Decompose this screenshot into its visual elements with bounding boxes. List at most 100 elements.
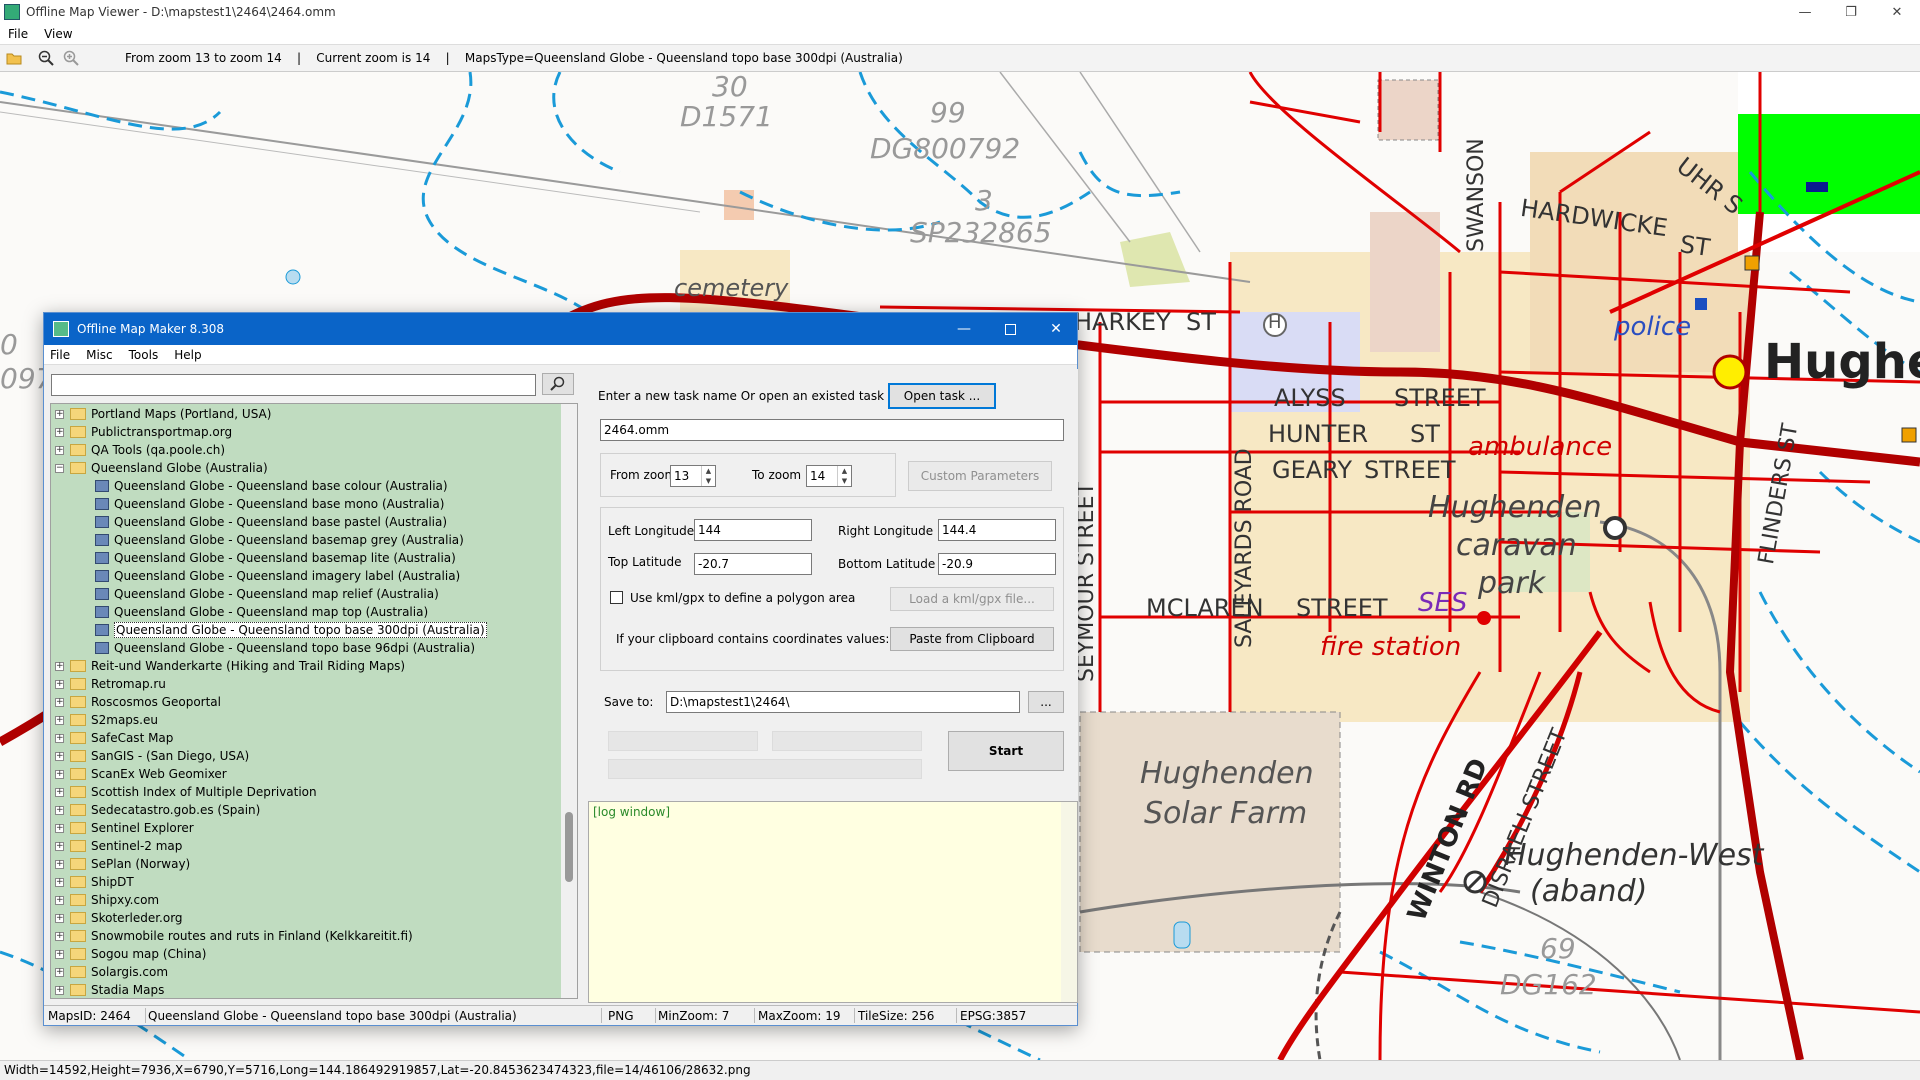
log-scrollbar[interactable]: [1061, 802, 1077, 1002]
search-input[interactable]: [51, 374, 536, 396]
tree-folder-item[interactable]: + Stadia Maps: [55, 981, 164, 998]
tree-map-item[interactable]: Queensland Globe - Queensland base mono …: [95, 495, 444, 513]
tile-format: PNG: [608, 1009, 634, 1023]
tree-map-item[interactable]: Queensland Globe - Queensland map relief…: [95, 585, 439, 603]
expand-icon[interactable]: +: [55, 823, 64, 833]
left-longitude-input[interactable]: 144: [694, 519, 812, 541]
expand-icon[interactable]: +: [55, 895, 64, 905]
to-zoom-spinner[interactable]: 14 ▲ ▼: [806, 465, 852, 487]
expand-icon[interactable]: +: [55, 697, 64, 707]
zoom-in-button[interactable]: [60, 47, 82, 69]
task-name-input[interactable]: 2464.omm: [600, 419, 1064, 441]
tree-folder-item[interactable]: + Scottish Index of Multiple Deprivation: [55, 783, 317, 801]
tree-map-item[interactable]: Queensland Globe - Queensland topo base …: [95, 621, 487, 639]
expand-icon[interactable]: +: [55, 733, 64, 743]
open-task-button[interactable]: Open task ...: [888, 383, 996, 409]
tree-folder-item[interactable]: + SePlan (Norway): [55, 855, 190, 873]
expand-icon[interactable]: +: [55, 859, 64, 869]
menubar: File View: [0, 24, 1920, 44]
map-label: SES: [1418, 588, 1468, 618]
expand-icon[interactable]: +: [55, 427, 64, 437]
tree-folder-item[interactable]: + QA Tools (qa.poole.ch): [55, 441, 225, 459]
tree-folder-item[interactable]: + Snowmobile routes and ruts in Finland (…: [55, 927, 413, 945]
tree-folder-item[interactable]: + Sogou map (China): [55, 945, 206, 963]
spinner-arrows-icon[interactable]: ▲ ▼: [837, 466, 851, 486]
expand-icon[interactable]: +: [55, 877, 64, 887]
expand-icon[interactable]: +: [55, 751, 64, 761]
tree-folder-item[interactable]: + Retromap.ru: [55, 675, 166, 693]
expand-icon[interactable]: +: [55, 661, 64, 671]
tree-folder-item[interactable]: − Queensland Globe (Australia): [55, 459, 268, 477]
from-zoom-spinner[interactable]: 13 ▲ ▼: [670, 465, 716, 487]
expand-icon[interactable]: +: [55, 769, 64, 779]
expand-icon[interactable]: +: [55, 913, 64, 923]
log-window[interactable]: [log window]: [588, 801, 1078, 1003]
tree-folder-item[interactable]: + Shipxy.com: [55, 891, 159, 909]
tree-folder-item[interactable]: + SanGIS - (San Diego, USA): [55, 747, 249, 765]
dialog-maximize-button[interactable]: [987, 313, 1033, 345]
spinner-arrows-icon[interactable]: ▲ ▼: [701, 466, 715, 486]
expand-icon[interactable]: +: [55, 985, 64, 995]
search-button[interactable]: [542, 373, 574, 395]
expand-icon[interactable]: +: [55, 931, 64, 941]
dialog-menu-tools[interactable]: Tools: [129, 348, 159, 362]
collapse-icon[interactable]: −: [55, 463, 64, 473]
tree-map-item[interactable]: Queensland Globe - Queensland basemap li…: [95, 549, 456, 567]
zoom-out-button[interactable]: [35, 47, 57, 69]
dialog-minimize-button[interactable]: —: [941, 313, 987, 345]
open-folder-button[interactable]: [3, 47, 25, 69]
tree-folder-item[interactable]: + Portland Maps (Portland, USA): [55, 405, 271, 423]
tree-scrollbar[interactable]: [561, 404, 577, 998]
tree-map-item[interactable]: Queensland Globe - Queensland base colou…: [95, 477, 448, 495]
tree-map-item[interactable]: Queensland Globe - Queensland map top (A…: [95, 603, 428, 621]
minimize-button[interactable]: —: [1782, 0, 1828, 24]
top-latitude-input[interactable]: -20.7: [694, 553, 812, 575]
tree-folder-item[interactable]: + Sedecatastro.gob.es (Spain): [55, 801, 260, 819]
tree-folder-item[interactable]: + Reit-und Wanderkarte (Hiking and Trail …: [55, 657, 405, 675]
tree-folder-item[interactable]: + ShipDT: [55, 873, 134, 891]
dialog-menu-misc[interactable]: Misc: [86, 348, 113, 362]
dialog-menu-file[interactable]: File: [50, 348, 70, 362]
expand-icon[interactable]: +: [55, 805, 64, 815]
tree-scroll-thumb[interactable]: [565, 812, 573, 882]
folder-icon: [70, 984, 86, 996]
close-button[interactable]: ✕: [1874, 0, 1920, 24]
expand-icon[interactable]: +: [55, 841, 64, 851]
menu-view[interactable]: View: [44, 27, 72, 41]
load-kml-button[interactable]: Load a kml/gpx file...: [890, 587, 1054, 611]
tree-folder-item[interactable]: + ScanEx Web Geomixer: [55, 765, 227, 783]
tree-map-item[interactable]: Queensland Globe - Queensland imagery la…: [95, 567, 460, 585]
map-source-tree[interactable]: + Portland Maps (Portland, USA) + Publictra…: [50, 403, 578, 999]
expand-icon[interactable]: +: [55, 949, 64, 959]
tree-map-item[interactable]: Queensland Globe - Queensland base paste…: [95, 513, 447, 531]
expand-icon[interactable]: +: [55, 445, 64, 455]
bottom-latitude-input[interactable]: -20.9: [938, 553, 1056, 575]
use-kml-checkbox[interactable]: [610, 591, 623, 604]
expand-icon[interactable]: +: [55, 679, 64, 689]
tree-folder-item[interactable]: + Sentinel-2 map: [55, 837, 182, 855]
dialog-menu-help[interactable]: Help: [174, 348, 201, 362]
tree-map-item[interactable]: Queensland Globe - Queensland topo base …: [95, 639, 475, 657]
browse-button[interactable]: ...: [1028, 691, 1064, 713]
right-longitude-input[interactable]: 144.4: [938, 519, 1056, 541]
tree-folder-item[interactable]: + SafeCast Map: [55, 729, 173, 747]
menu-file[interactable]: File: [8, 27, 28, 41]
expand-icon[interactable]: +: [55, 409, 64, 419]
expand-icon[interactable]: +: [55, 787, 64, 797]
tree-folder-item[interactable]: + Solargis.com: [55, 963, 168, 981]
start-button[interactable]: Start: [948, 731, 1064, 771]
paste-clipboard-button[interactable]: Paste from Clipboard: [890, 627, 1054, 651]
expand-icon[interactable]: +: [55, 715, 64, 725]
tree-folder-item[interactable]: + S2maps.eu: [55, 711, 158, 729]
tree-folder-item[interactable]: + Skoterleder.org: [55, 909, 183, 927]
tree-folder-item[interactable]: + Roscosmos Geoportal: [55, 693, 221, 711]
save-to-input[interactable]: D:\mapstest1\2464\: [666, 691, 1020, 713]
tree-folder-item[interactable]: + Sentinel Explorer: [55, 819, 194, 837]
expand-icon[interactable]: +: [55, 967, 64, 977]
tree-map-item[interactable]: Queensland Globe - Queensland basemap gr…: [95, 531, 464, 549]
custom-parameters-button[interactable]: Custom Parameters: [908, 461, 1052, 491]
maximize-button[interactable]: ❐: [1828, 0, 1874, 24]
map-label: caravan: [1456, 528, 1577, 563]
tree-folder-item[interactable]: + Publictransportmap.org: [55, 423, 232, 441]
dialog-close-button[interactable]: ✕: [1033, 313, 1079, 345]
